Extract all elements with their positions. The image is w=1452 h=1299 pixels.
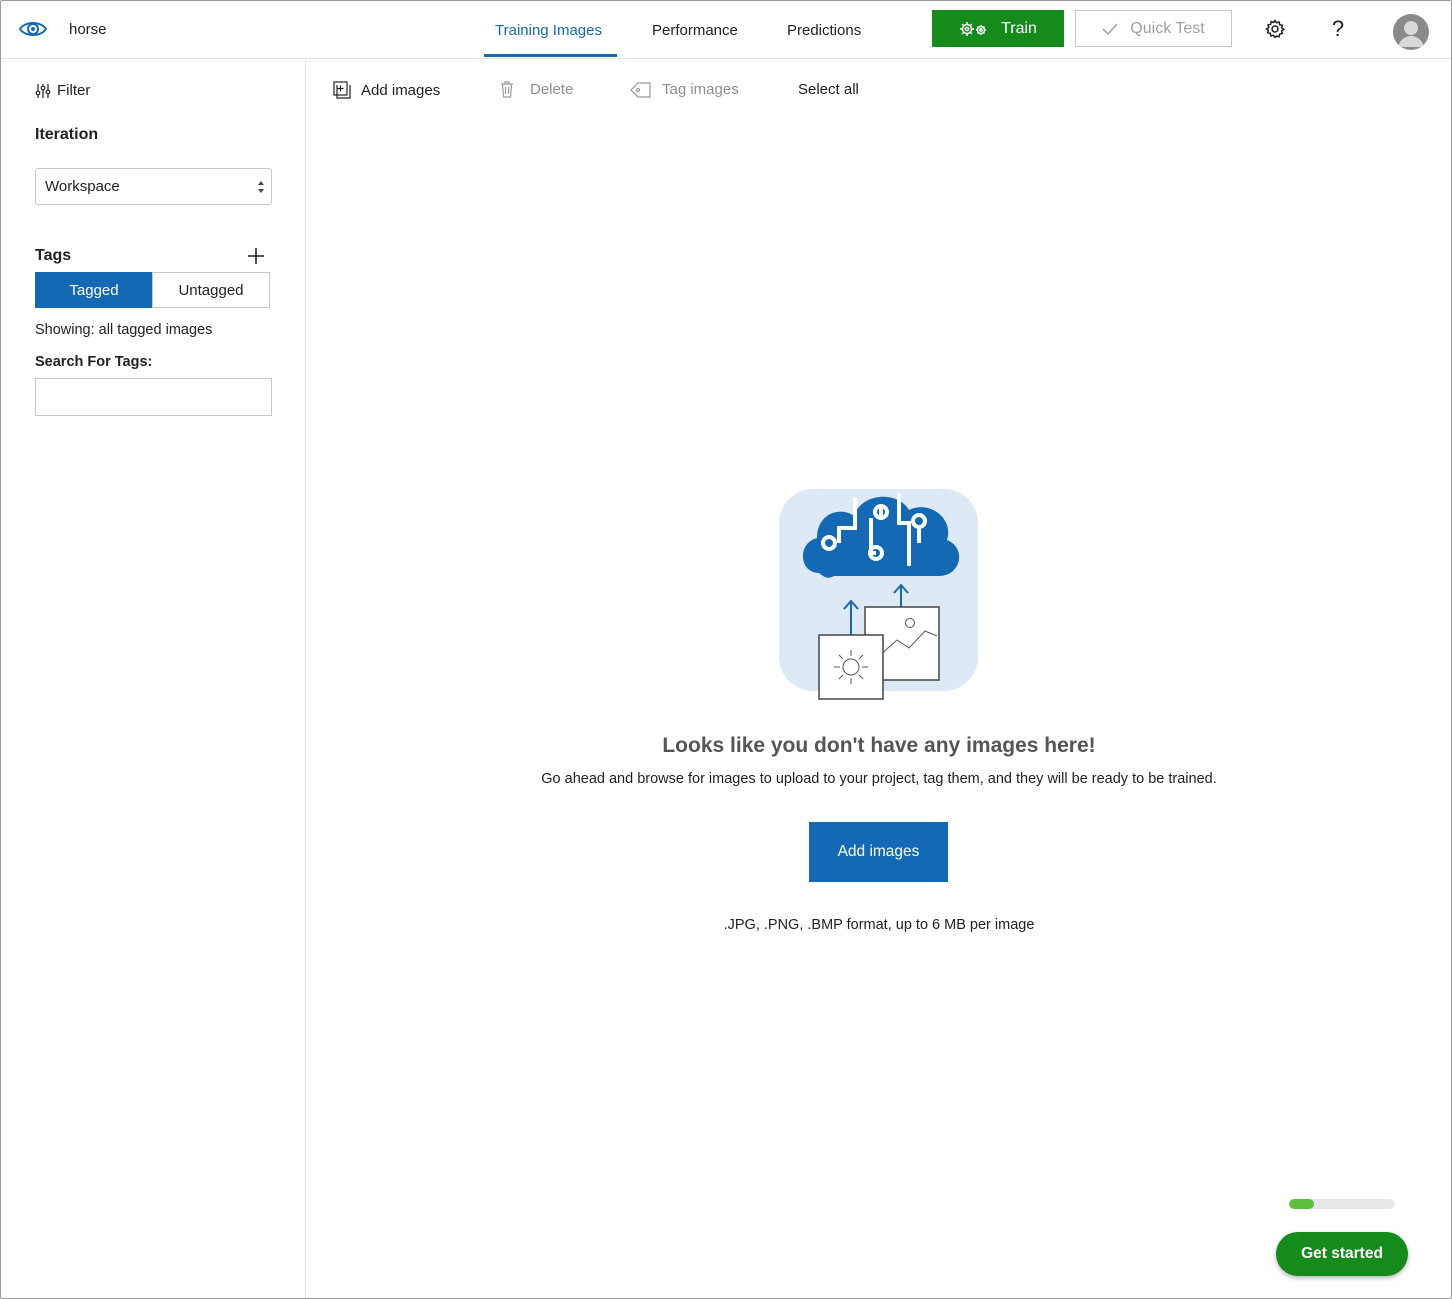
untagged-toggle[interactable]: Untagged <box>152 272 270 308</box>
sidebar: Filter Iteration Workspace Tags Tagged U… <box>1 60 306 1298</box>
tagged-toggle[interactable]: Tagged <box>35 272 153 308</box>
gears-icon <box>960 21 987 36</box>
add-tag-icon[interactable] <box>246 246 266 266</box>
onboarding-progress-bar <box>1289 1199 1395 1209</box>
tag-images-toolbar-label: Tag images <box>662 81 739 98</box>
empty-state-description: Go ahead and browse for images to upload… <box>541 771 1217 787</box>
add-images-toolbar-label: Add images <box>361 81 441 99</box>
delete-toolbar-button[interactable]: Delete <box>500 81 573 98</box>
project-name: horse <box>69 21 107 38</box>
tag-icon <box>630 81 651 98</box>
iteration-title: Iteration <box>35 126 99 143</box>
quick-test-button[interactable]: Quick Test <box>1075 10 1232 47</box>
train-label: Train <box>1001 19 1037 37</box>
filter-sliders-icon <box>35 83 51 98</box>
user-icon <box>1398 21 1424 47</box>
supported-formats-note: .JPG, .PNG, .BMP format, up to 6 MB per … <box>723 917 1035 933</box>
showing-status: Showing: all tagged images <box>35 322 213 338</box>
delete-toolbar-label: Delete <box>530 81 574 98</box>
app-window: horse Training Images Performance Predic… <box>0 0 1452 1299</box>
filter-label: Filter <box>57 82 91 99</box>
tab-training-images[interactable]: Training Images <box>495 22 602 39</box>
tab-predictions[interactable]: Predictions <box>787 22 861 39</box>
eye-logo-icon[interactable] <box>18 16 48 42</box>
select-arrows-icon <box>258 181 264 193</box>
avatar[interactable] <box>1393 14 1429 50</box>
select-all-button[interactable]: Select all <box>798 81 859 98</box>
add-images-toolbar-button[interactable]: Add images <box>333 81 440 99</box>
search-tags-label: Search For Tags: <box>35 354 153 370</box>
select-all-label: Select all <box>798 81 859 98</box>
tag-images-toolbar-button[interactable]: Tag images <box>630 81 739 98</box>
filter-button[interactable]: Filter <box>35 82 90 99</box>
settings-button[interactable] <box>1263 17 1287 41</box>
add-image-icon <box>333 81 351 99</box>
top-bar: horse Training Images Performance Predic… <box>1 1 1451 59</box>
tab-performance[interactable]: Performance <box>652 22 738 39</box>
add-images-button[interactable]: Add images <box>809 822 948 882</box>
search-tags-input[interactable] <box>35 378 272 416</box>
train-button[interactable]: Train <box>932 10 1064 47</box>
tags-title: Tags <box>35 247 72 264</box>
check-icon <box>1102 22 1118 35</box>
iteration-select[interactable]: Workspace <box>35 168 272 205</box>
iteration-selected-value: Workspace <box>45 178 120 195</box>
settings-icon <box>1265 19 1285 39</box>
trash-icon <box>501 81 513 98</box>
get-started-button[interactable]: Get started <box>1276 1232 1408 1276</box>
help-button[interactable]: ? <box>1326 17 1350 41</box>
help-icon: ? <box>1331 16 1345 41</box>
onboarding-progress-fill <box>1289 1199 1315 1209</box>
empty-state-title: Looks like you don't have any images her… <box>662 734 1096 757</box>
active-tab-indicator <box>484 54 617 57</box>
quick-test-label: Quick Test <box>1130 19 1205 37</box>
upload-cloud-illustration <box>779 489 978 700</box>
